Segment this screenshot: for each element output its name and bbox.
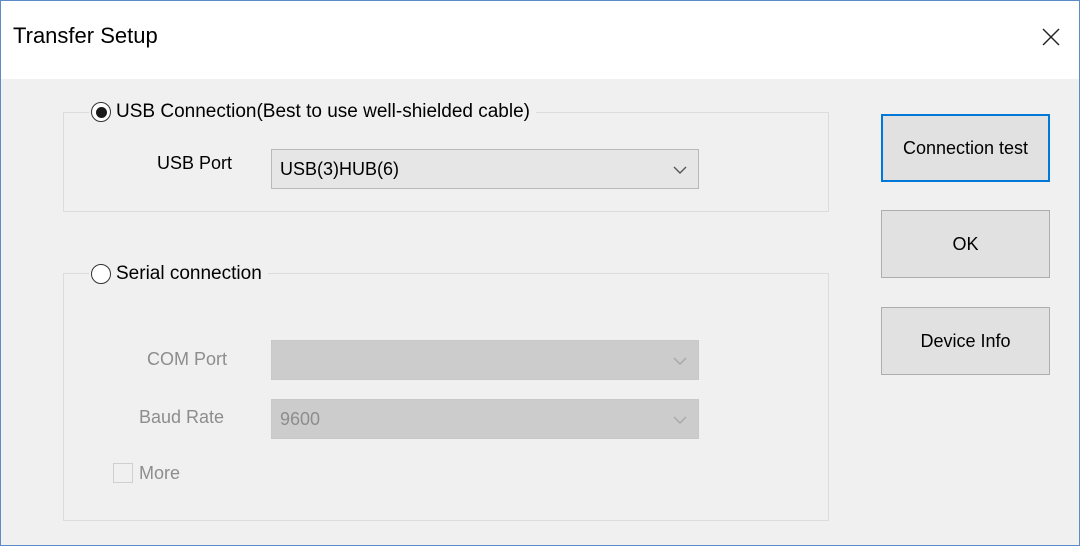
chevron-down-icon [673,357,687,365]
usb-connection-label: USB Connection(Best to use well-shielded… [116,101,530,122]
title-bar: Transfer Setup [1,1,1079,79]
serial-radio-button[interactable] [91,264,111,284]
transfer-setup-dialog: Transfer Setup USB Connection(Best to us… [0,0,1080,546]
baud-rate-value: 9600 [280,408,321,429]
usb-port-select[interactable]: USB(3)HUB(6) [271,149,699,189]
serial-connection-radio[interactable]: Serial connection [89,259,268,289]
close-icon [1042,28,1060,46]
more-checkbox[interactable] [113,463,133,483]
chevron-down-icon [673,166,687,174]
serial-connection-label: Serial connection [116,263,262,284]
chevron-down-icon [673,416,687,424]
more-label: More [139,463,181,483]
connection-test-button[interactable]: Connection test [881,114,1050,182]
usb-port-label: USB Port [157,153,233,173]
usb-connection-radio[interactable]: USB Connection(Best to use well-shielded… [89,97,536,127]
close-button[interactable] [1031,17,1071,57]
baud-rate-label: Baud Rate [139,407,225,427]
baud-rate-select[interactable]: 9600 [271,399,699,439]
com-port-label: COM Port [147,349,228,369]
usb-port-value: USB(3)HUB(6) [280,158,400,179]
device-info-button[interactable]: Device Info [881,307,1050,375]
com-port-select[interactable] [271,340,699,380]
window-title: Transfer Setup [13,23,158,48]
ok-button[interactable]: OK [881,210,1050,278]
usb-radio-button[interactable] [91,102,111,122]
